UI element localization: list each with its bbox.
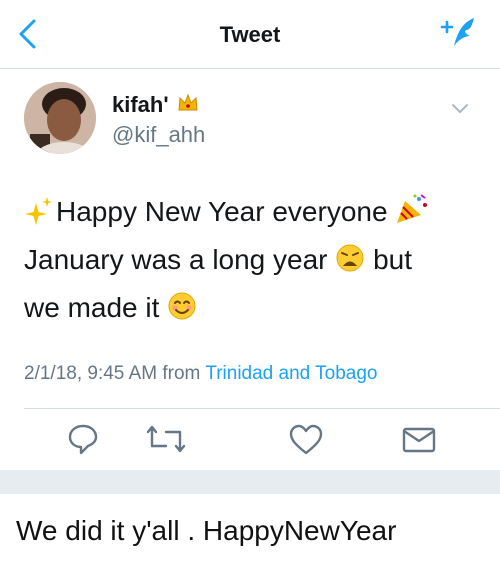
user-display-name[interactable]: kifah'	[112, 92, 199, 119]
navigation-bar: Tweet	[0, 0, 500, 69]
weary-face-emoji-icon	[335, 242, 365, 286]
user-handle[interactable]: @kif_ahh	[112, 122, 205, 148]
tweet-location-link[interactable]: Trinidad and Tobago	[205, 363, 377, 384]
tweet-line: we made it	[24, 286, 484, 334]
tweet-line-text: we made it	[24, 292, 160, 323]
separator-band	[0, 470, 500, 494]
chevron-down-icon[interactable]	[450, 102, 470, 116]
heart-icon[interactable]	[288, 424, 324, 461]
compose-tweet-icon[interactable]	[438, 16, 478, 50]
tweet-timestamp: 2/1/18, 9:45 AM from	[24, 363, 201, 384]
caption-text: We did it y'all . HappyNewYear	[16, 515, 397, 546]
tweet-line-text: Happy New Year everyone	[56, 196, 388, 227]
tweet-line-text: but	[373, 244, 413, 275]
avatar[interactable]	[24, 82, 96, 154]
page-title: Tweet	[219, 22, 281, 47]
divider	[24, 408, 500, 409]
party-popper-emoji-icon	[395, 193, 429, 238]
retweet-icon[interactable]	[146, 424, 186, 459]
tweet-line: January was a long year but	[24, 238, 484, 286]
tweet-metadata: 2/1/18, 9:45 AM from Trinidad and Tobago	[24, 363, 378, 385]
envelope-icon[interactable]	[402, 426, 436, 459]
smiling-face-emoji-icon	[167, 290, 197, 334]
tweet-line: Happy New Year everyone	[24, 190, 484, 238]
reply-icon[interactable]	[66, 422, 100, 461]
crown-emoji-icon	[177, 93, 199, 119]
display-name-text: kifah'	[112, 92, 169, 117]
sparkles-emoji-icon	[24, 194, 56, 238]
tweet-line-text: January was a long year	[24, 244, 328, 275]
tweet-text: Happy New Year everyone January was a lo…	[24, 190, 484, 334]
